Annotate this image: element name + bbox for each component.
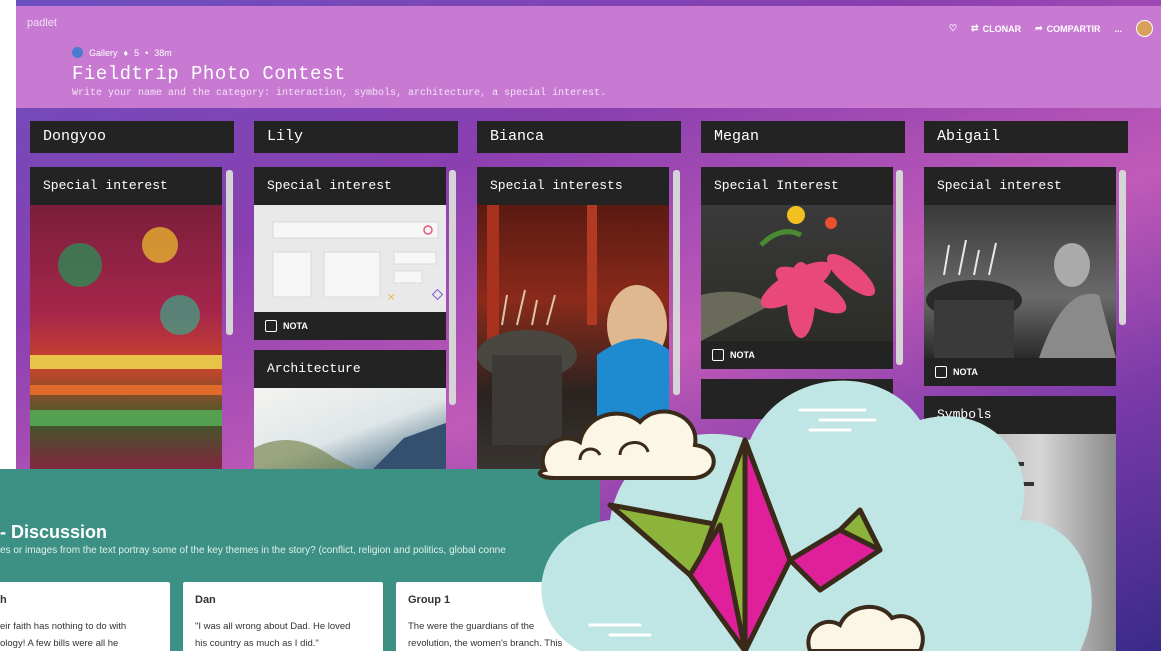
page-subtitle: Write your name and the category: intera…: [72, 88, 607, 99]
svg-text:×: ×: [387, 292, 395, 303]
clone-label: CLONAR: [982, 23, 1022, 34]
discussion-card[interactable]: Group 1 The were the guardians of the re…: [396, 582, 596, 651]
age-label: 38m: [154, 47, 172, 58]
card-author: Dan: [195, 594, 216, 606]
card-text-line: revolution, the women's branch. This: [408, 638, 563, 649]
post-photo-architecture[interactable]: [254, 388, 446, 478]
post-badge[interactable]: NOTA: [254, 312, 446, 340]
screenshot: padlet Gallery ♦ 5 • 38m Fieldtrip Photo…: [0, 0, 1161, 651]
temple-photo: [477, 205, 669, 475]
placeholder-graphic: ×: [272, 221, 444, 303]
column-header-abigail: Abigail: [924, 121, 1128, 153]
post-title[interactable]: Special interest: [30, 167, 222, 205]
post-badge[interactable]: NOTA: [701, 341, 893, 369]
post-title[interactable]: Special interest: [254, 167, 446, 205]
card-text-line: "I was all wrong about Dad. He loved: [195, 621, 351, 632]
heart-icon[interactable]: ♡: [949, 23, 957, 34]
card-text: eir faith has nothing to do with ology! …: [0, 618, 126, 651]
share-label: COMPARTIR: [1046, 23, 1101, 34]
scrollbar[interactable]: [673, 170, 680, 395]
badge-label: NOTA: [283, 321, 308, 331]
card-text-line: his country as much as I did.": [195, 638, 319, 649]
badge-label: NOTA: [953, 367, 978, 377]
separator-dot: •: [145, 47, 149, 58]
discussion-subtitle: es or images from the text portray some …: [0, 545, 506, 556]
checkbox-icon: [265, 320, 277, 332]
checkbox-icon: [712, 349, 724, 361]
author-avatar-icon: [72, 47, 83, 58]
user-avatar[interactable]: [1136, 20, 1153, 37]
toolbar: ♡ ⇄ CLONAR ➦ COMPARTIR ...: [949, 20, 1153, 37]
share-arrow-icon: ➦: [1035, 23, 1043, 33]
column-header-bianca: Bianca: [477, 121, 681, 153]
post-photo-embroidery[interactable]: [30, 205, 222, 475]
share-button[interactable]: ➦ COMPARTIR: [1035, 23, 1100, 34]
card-text-line: The were the guardians of the: [408, 621, 535, 632]
card-text-line: ology! A few bills were all he: [0, 638, 119, 649]
board-header: padlet Gallery ♦ 5 • 38m Fieldtrip Photo…: [16, 6, 1161, 108]
post-photo-lilies[interactable]: [701, 205, 893, 341]
discussion-card[interactable]: Dan "I was all wrong about Dad. He loved…: [183, 582, 383, 651]
post-photo-stone-inscription[interactable]: [924, 434, 1116, 651]
embroidery-pattern: [30, 227, 222, 426]
post-badge[interactable]: NOTA: [924, 358, 1116, 386]
scrollbar[interactable]: [896, 170, 903, 365]
column-header-lily: Lily: [254, 121, 458, 153]
column-header-dongyoo: Dongyoo: [30, 121, 234, 153]
post-photo-temple[interactable]: [477, 205, 669, 475]
card-text: The were the guardians of the revolution…: [408, 618, 562, 651]
heart-count: 5: [134, 47, 140, 58]
card-text-line: eir faith has nothing to do with: [0, 621, 127, 632]
board-meta: Gallery ♦ 5 • 38m: [72, 47, 172, 58]
heart-count-icon: ♦: [123, 47, 129, 58]
bw-temple-photo: [926, 239, 1116, 358]
lily-flowers: [701, 206, 876, 341]
padlet-logo[interactable]: padlet: [27, 17, 57, 29]
gallery-label: Gallery: [89, 47, 118, 58]
repeat-icon: ⇄: [971, 23, 979, 33]
scrollbar[interactable]: [226, 170, 233, 335]
rooftop-sketch: [254, 423, 446, 478]
more-button[interactable]: ...: [1114, 24, 1122, 34]
post-placeholder-image[interactable]: ×: [254, 205, 446, 312]
post-title-partial[interactable]: [701, 379, 893, 419]
post-title[interactable]: Special interests: [477, 167, 669, 205]
post-title[interactable]: Architecture: [254, 350, 446, 388]
post-photo-temple-bw[interactable]: [924, 205, 1116, 358]
post-title[interactable]: Special interest: [924, 167, 1116, 205]
checkbox-icon: [935, 366, 947, 378]
badge-label: NOTA: [730, 350, 755, 360]
card-text: "I was all wrong about Dad. He loved his…: [195, 618, 350, 651]
card-author: Group 1: [408, 594, 451, 606]
scrollbar[interactable]: [1119, 170, 1126, 325]
card-author: h: [0, 594, 7, 606]
column-header-megan: Megan: [701, 121, 905, 153]
page-title: Fieldtrip Photo Contest: [72, 63, 346, 85]
post-title[interactable]: Symbols: [924, 396, 1116, 434]
discussion-title: - Discussion: [0, 522, 108, 542]
discussion-card[interactable]: h eir faith has nothing to do with ology…: [0, 582, 170, 651]
scrollbar[interactable]: [449, 170, 456, 405]
inscription-photo: [994, 454, 1034, 644]
clone-button[interactable]: ⇄ CLONAR: [971, 23, 1021, 34]
post-title[interactable]: Special Interest: [701, 167, 893, 205]
